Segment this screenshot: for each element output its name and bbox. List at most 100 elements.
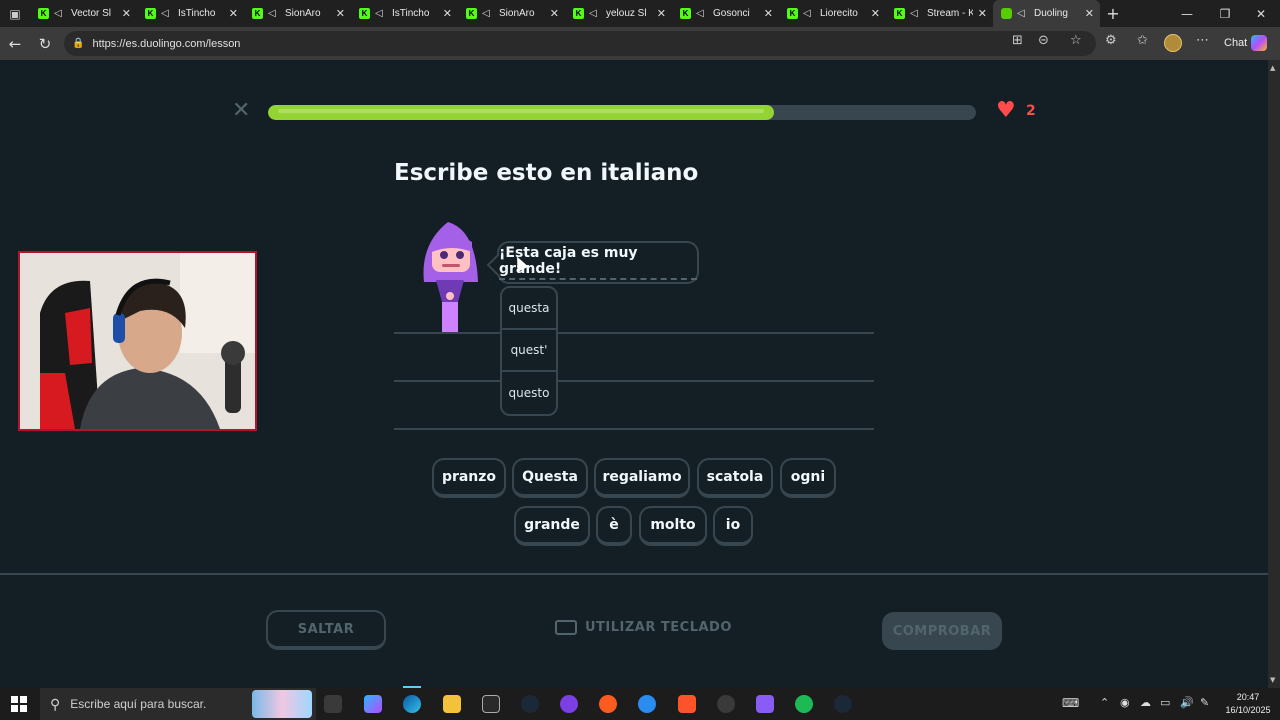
gamepad-icon[interactable] <box>756 695 774 713</box>
use-keyboard-button[interactable]: UTILIZAR TECLADO <box>555 620 732 635</box>
tab-close-icon[interactable]: ✕ <box>764 7 773 20</box>
word-chip[interactable]: ogni <box>780 458 836 498</box>
tab-title: SionAro <box>499 8 535 19</box>
heart-icon: ♥ <box>996 98 1016 123</box>
browser-tab[interactable]: K ◁ IsTincho ✕ <box>137 0 244 27</box>
onedrive-icon[interactable]: ☁ <box>1140 696 1151 709</box>
file-explorer-icon[interactable] <box>443 695 461 713</box>
word-chip[interactable]: è <box>596 506 632 546</box>
copilot-chat-button[interactable]: Chat <box>1224 35 1268 51</box>
tab-audio-icon[interactable]: ◁ <box>803 8 815 19</box>
network-icon[interactable]: ◉ <box>1120 696 1130 709</box>
tab-close-icon[interactable]: ✕ <box>550 7 559 20</box>
instruction-title: Escribe esto en italiano <box>394 160 699 186</box>
tab-close-icon[interactable]: ✕ <box>657 7 666 20</box>
brave-icon[interactable] <box>678 695 696 713</box>
show-hidden-icons-icon[interactable]: ⌃ <box>1100 696 1109 709</box>
word-chip[interactable]: regaliamo <box>594 458 690 498</box>
tab-audio-icon[interactable]: ◁ <box>696 8 708 19</box>
tab-close-icon[interactable]: ✕ <box>1085 7 1094 20</box>
taskbar-search-box[interactable]: ⚲ Escribe aquí para buscar. <box>40 688 316 720</box>
tab-close-icon[interactable]: ✕ <box>336 7 345 20</box>
word-chip[interactable]: grande <box>514 506 590 546</box>
check-button[interactable]: COMPROBAR <box>882 612 1002 650</box>
discord-icon[interactable] <box>560 695 578 713</box>
display-icon[interactable]: ▭ <box>1160 696 1170 709</box>
pen-icon[interactable]: ✎ <box>1200 696 1209 709</box>
volume-icon[interactable]: 🔊 <box>1180 696 1194 709</box>
steam-2-icon[interactable] <box>834 695 852 713</box>
hint-option: quest' <box>502 330 556 372</box>
origin-icon[interactable] <box>599 695 617 713</box>
profile-avatar[interactable] <box>1164 34 1182 52</box>
restore-button[interactable]: ❐ <box>1206 0 1244 27</box>
streamer-webcam-image <box>20 253 255 429</box>
edge-taskbar-icon[interactable] <box>403 695 421 713</box>
minimize-button[interactable]: — <box>1168 0 1206 27</box>
copilot-taskbar-icon[interactable] <box>364 695 382 713</box>
tab-audio-icon[interactable]: ◁ <box>910 8 922 19</box>
scroll-down-icon[interactable]: ▼ <box>1270 676 1275 684</box>
taskbar-search-placeholder: Escribe aquí para buscar. <box>70 697 207 711</box>
back-button[interactable]: ← <box>0 35 30 53</box>
browser-tab[interactable]: K ◁ Stream - Kick ✕ <box>886 0 993 27</box>
browser-tab[interactable]: K ◁ yelouz Sl ✕ <box>565 0 672 27</box>
tab-title: Liorecito <box>820 8 858 19</box>
tab-close-icon[interactable]: ✕ <box>978 7 987 20</box>
close-window-button[interactable]: ✕ <box>1242 0 1280 27</box>
start-button[interactable] <box>0 688 38 720</box>
word-chip[interactable]: Questa <box>512 458 588 498</box>
app-available-icon[interactable]: ⊞ <box>1012 33 1023 48</box>
word-chip[interactable]: molto <box>639 506 707 546</box>
tab-audio-icon[interactable]: ◁ <box>1017 8 1029 19</box>
battle-net-icon[interactable] <box>638 695 656 713</box>
browser-tab[interactable]: K ◁ IsTincho ✕ <box>351 0 458 27</box>
keyboard-icon <box>555 620 577 635</box>
tab-close-icon[interactable]: ✕ <box>122 7 131 20</box>
tab-audio-icon[interactable]: ◁ <box>161 8 173 19</box>
more-menu-icon[interactable]: ⋯ <box>1196 33 1209 48</box>
browser-tab[interactable]: K ◁ SionAro ✕ <box>458 0 565 27</box>
favorite-star-icon[interactable]: ☆ <box>1070 33 1082 48</box>
copilot-icon <box>1251 35 1268 51</box>
windows-logo-icon <box>11 696 27 712</box>
favorites-icon[interactable]: ✩ <box>1137 33 1148 48</box>
scroll-up-icon[interactable]: ▲ <box>1270 64 1275 72</box>
word-chip[interactable]: scatola <box>697 458 773 498</box>
browser-tab[interactable]: ◁ Duoling ✕ <box>993 0 1100 27</box>
page-scrollbar[interactable]: ▲ ▼ <box>1268 60 1280 688</box>
lock-icon: 🔒 <box>72 38 85 49</box>
keyboard-layout-icon[interactable]: ⌨ <box>1062 696 1079 710</box>
skip-button[interactable]: SALTAR <box>266 610 386 650</box>
tab-audio-icon[interactable]: ◁ <box>589 8 601 19</box>
word-chip[interactable]: io <box>713 506 753 546</box>
epic-games-icon[interactable] <box>482 695 500 713</box>
word-chip[interactable]: pranzo <box>432 458 506 498</box>
browser-tab[interactable]: K ◁ Liorecito ✕ <box>779 0 886 27</box>
prompt-sentence[interactable]: ¡Esta caja es muy grande! <box>499 245 697 280</box>
chrome-icon[interactable] <box>717 695 735 713</box>
taskbar-clock[interactable]: 20:47 16/10/2025 <box>1222 691 1274 717</box>
browser-tab[interactable]: K ◁ Vector Sl ✕ <box>30 0 137 27</box>
tab-close-icon[interactable]: ✕ <box>443 7 452 20</box>
refresh-button[interactable]: ↻ <box>30 35 60 53</box>
tab-audio-icon[interactable]: ◁ <box>482 8 494 19</box>
browser-tab[interactable]: K ◁ Gosonci ✕ <box>672 0 779 27</box>
browser-tab[interactable]: K ◁ SionAro ✕ <box>244 0 351 27</box>
reading-mode-icon[interactable]: ⊝ <box>1038 33 1049 48</box>
tab-actions-icon[interactable]: ▣ <box>0 0 30 27</box>
tab-title: Vector Sl <box>71 8 112 19</box>
steam-icon[interactable] <box>521 695 539 713</box>
tab-close-icon[interactable]: ✕ <box>229 7 238 20</box>
close-lesson-icon[interactable]: ✕ <box>232 100 250 122</box>
tab-title: IsTincho <box>392 8 430 19</box>
tab-audio-icon[interactable]: ◁ <box>375 8 387 19</box>
extensions-icon[interactable]: ⚙ <box>1105 33 1117 48</box>
tab-audio-icon[interactable]: ◁ <box>268 8 280 19</box>
url-field[interactable]: 🔒 https://es.duolingo.com/lesson <box>64 31 1096 56</box>
tab-close-icon[interactable]: ✕ <box>871 7 880 20</box>
task-view-icon[interactable] <box>324 695 342 713</box>
tab-audio-icon[interactable]: ◁ <box>54 8 66 19</box>
new-tab-button[interactable]: + <box>1100 4 1126 23</box>
spotify-icon[interactable] <box>795 695 813 713</box>
